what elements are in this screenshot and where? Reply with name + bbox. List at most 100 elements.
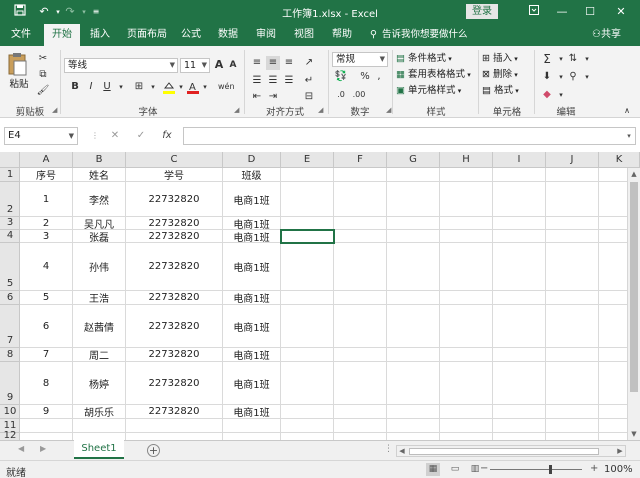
phonetic-guide-icon[interactable]: wén bbox=[218, 80, 235, 94]
cell[interactable]: 1 bbox=[20, 182, 73, 216]
align-right-icon[interactable]: ☰ bbox=[282, 74, 296, 88]
cell[interactable] bbox=[73, 419, 126, 432]
cell[interactable]: 胡乐乐 bbox=[73, 405, 126, 418]
increase-decimal-icon[interactable]: .0 bbox=[334, 88, 348, 102]
orientation-icon[interactable]: ↗ bbox=[302, 56, 316, 70]
tab-review[interactable]: 审阅 bbox=[250, 24, 282, 46]
cell[interactable]: 电商1班 bbox=[223, 217, 281, 229]
cell[interactable]: 4 bbox=[20, 243, 73, 290]
cell[interactable]: 22732820 bbox=[126, 217, 223, 229]
expand-formula-bar-icon[interactable]: ▾ bbox=[620, 127, 638, 145]
italic-icon[interactable]: I bbox=[84, 80, 98, 94]
normal-view-icon[interactable]: ▦ bbox=[426, 463, 440, 476]
align-center-icon[interactable]: ☰ bbox=[266, 74, 280, 88]
bold-icon[interactable]: B bbox=[68, 80, 82, 94]
cell[interactable]: 电商1班 bbox=[223, 230, 281, 242]
cell[interactable]: 7 bbox=[20, 348, 73, 361]
column-header-k[interactable]: K bbox=[599, 152, 640, 168]
number-launcher-icon[interactable]: ◢ bbox=[386, 106, 391, 114]
comma-style-icon[interactable]: , bbox=[372, 70, 386, 84]
cell[interactable]: 22732820 bbox=[126, 182, 223, 216]
cell[interactable]: 电商1班 bbox=[223, 182, 281, 216]
conditional-formatting-button[interactable]: ▤ 条件格式 ▾ bbox=[396, 52, 452, 66]
prev-sheet-icon[interactable]: ◀ bbox=[18, 444, 24, 453]
sort-filter-icon[interactable]: ⇅ bbox=[566, 52, 580, 66]
tab-formulas[interactable]: 公式 bbox=[176, 24, 206, 46]
cell[interactable] bbox=[20, 419, 73, 432]
cell[interactable]: 序号 bbox=[20, 168, 73, 181]
format-cells-button[interactable]: ▤ 格式 ▾ bbox=[482, 84, 519, 98]
cell[interactable]: 学号 bbox=[126, 168, 223, 181]
zoom-level[interactable]: 100% bbox=[604, 464, 633, 475]
cell[interactable]: 5 bbox=[20, 291, 73, 304]
increase-font-icon[interactable]: A bbox=[212, 58, 226, 72]
format-as-table-button[interactable]: ▦ 套用表格格式 ▾ bbox=[396, 68, 471, 82]
cell[interactable]: 赵茜倩 bbox=[73, 305, 126, 347]
cell[interactable] bbox=[126, 433, 223, 440]
formula-input[interactable] bbox=[183, 127, 636, 145]
decrease-indent-icon[interactable]: ⇤ bbox=[250, 90, 264, 104]
zoom-slider[interactable] bbox=[490, 469, 582, 470]
copy-icon[interactable]: ⧉ bbox=[36, 68, 50, 82]
align-top-icon[interactable]: ≡ bbox=[250, 56, 264, 70]
autosum-icon[interactable]: Σ bbox=[540, 52, 554, 66]
decrease-decimal-icon[interactable]: .00 bbox=[352, 88, 366, 102]
zoom-out-icon[interactable]: − bbox=[480, 463, 488, 474]
accounting-format-icon[interactable]: 💱 bbox=[334, 70, 348, 84]
cell[interactable]: 8 bbox=[20, 362, 73, 404]
cell[interactable]: 22732820 bbox=[126, 362, 223, 404]
column-header-a[interactable]: A bbox=[20, 152, 73, 168]
chevron-down-icon[interactable]: ▾ bbox=[198, 80, 212, 94]
row-header[interactable]: 9 bbox=[0, 362, 20, 405]
cell[interactable]: 22732820 bbox=[126, 305, 223, 347]
select-all-corner[interactable] bbox=[0, 152, 20, 168]
tab-insert[interactable]: 插入 bbox=[84, 24, 116, 46]
cell[interactable]: 22732820 bbox=[126, 230, 223, 242]
tab-page-layout[interactable]: 页面布局 bbox=[122, 24, 172, 46]
cell[interactable] bbox=[20, 433, 73, 440]
column-header-b[interactable]: B bbox=[73, 152, 126, 168]
insert-cells-button[interactable]: ⊞ 插入 ▾ bbox=[482, 52, 518, 66]
next-sheet-icon[interactable]: ▶ bbox=[40, 444, 46, 453]
chevron-down-icon[interactable]: ▾ bbox=[114, 80, 128, 94]
collapse-ribbon-icon[interactable]: ∧ bbox=[620, 104, 634, 118]
save-icon[interactable] bbox=[12, 4, 28, 20]
split-handle-icon[interactable]: ⋮ bbox=[384, 444, 393, 454]
fill-icon[interactable]: ⬇ bbox=[540, 70, 554, 84]
wrap-text-icon[interactable]: ↵ bbox=[302, 74, 316, 88]
page-layout-view-icon[interactable]: ▭ bbox=[448, 463, 462, 476]
scroll-down-icon[interactable]: ▼ bbox=[628, 430, 640, 438]
cell[interactable]: 22732820 bbox=[126, 243, 223, 290]
increase-indent-icon[interactable]: ⇥ bbox=[266, 90, 280, 104]
number-format-select[interactable]: 常规 ▼ bbox=[332, 52, 388, 67]
decrease-font-icon[interactable]: A bbox=[226, 58, 240, 72]
tab-help[interactable]: 帮助 bbox=[326, 24, 358, 46]
cell[interactable]: 电商1班 bbox=[223, 243, 281, 290]
cell[interactable]: 姓名 bbox=[73, 168, 126, 181]
cell[interactable]: 杨婷 bbox=[73, 362, 126, 404]
column-header-i[interactable]: I bbox=[493, 152, 546, 168]
sheet-tab-sheet1[interactable]: Sheet1 bbox=[74, 440, 124, 459]
cell[interactable]: 电商1班 bbox=[223, 305, 281, 347]
cell[interactable]: 22732820 bbox=[126, 291, 223, 304]
borders-icon[interactable]: ⊞ bbox=[132, 80, 146, 94]
cell[interactable]: 周二 bbox=[73, 348, 126, 361]
maximize-icon[interactable]: ☐ bbox=[579, 3, 601, 21]
row-header[interactable]: 8 bbox=[0, 348, 20, 362]
share-button[interactable]: ⚇共享 bbox=[592, 24, 621, 46]
tell-me-search[interactable]: ⚲ 告诉我你想要做什么 bbox=[370, 24, 468, 46]
customize-toolbar-icon[interactable]: ≡ bbox=[88, 4, 104, 20]
insert-function-icon[interactable]: fx bbox=[158, 127, 176, 145]
ribbon-display-options-icon[interactable] bbox=[523, 3, 545, 21]
chevron-down-icon[interactable]: ▾ bbox=[580, 70, 594, 84]
add-sheet-icon[interactable]: + bbox=[147, 444, 160, 457]
cell[interactable]: 2 bbox=[20, 217, 73, 229]
paste-button[interactable]: 粘贴 bbox=[6, 52, 32, 96]
delete-cells-button[interactable]: ⊠ 删除 ▾ bbox=[482, 68, 518, 82]
row-header[interactable]: 6 bbox=[0, 291, 20, 305]
column-header-d[interactable]: D bbox=[223, 152, 281, 168]
align-middle-icon[interactable]: ≡ bbox=[266, 56, 280, 70]
cell[interactable]: 22732820 bbox=[126, 405, 223, 418]
chevron-down-icon[interactable]: ▾ bbox=[580, 52, 594, 66]
row-header[interactable]: 12 bbox=[0, 430, 20, 440]
